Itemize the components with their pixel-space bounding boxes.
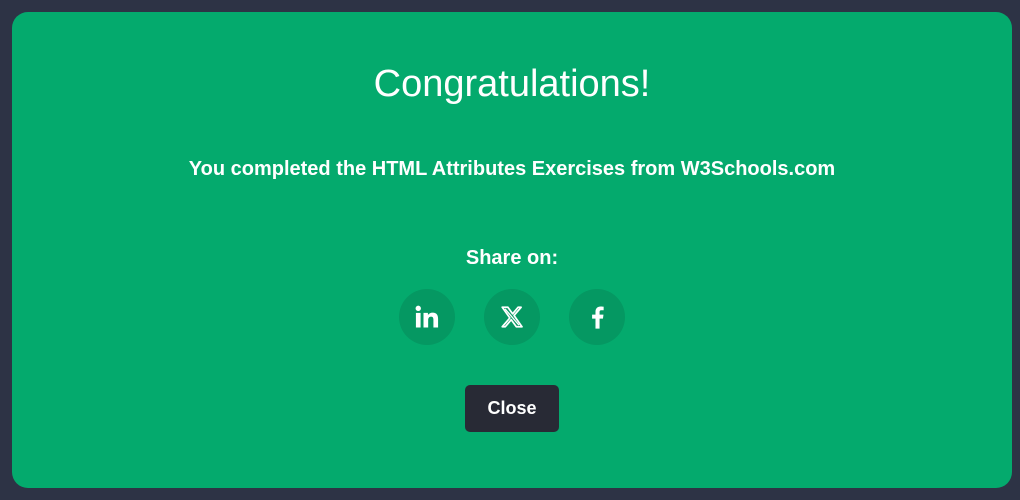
facebook-icon [592,306,604,329]
share-label: Share on: [465,247,559,269]
share-x-button[interactable] [484,289,540,345]
completion-message: You completed the HTML Attributes Exerci… [188,158,836,180]
share-linkedin-button[interactable] [399,289,455,345]
share-facebook-button[interactable] [569,289,625,345]
x-icon [501,306,523,328]
close-button[interactable]: Close [465,385,559,432]
congratulations-modal: Congratulations! You completed the HTML … [12,12,1012,488]
modal-title: Congratulations! [373,63,651,105]
share-buttons [12,289,1012,345]
linkedin-icon [415,305,439,328]
